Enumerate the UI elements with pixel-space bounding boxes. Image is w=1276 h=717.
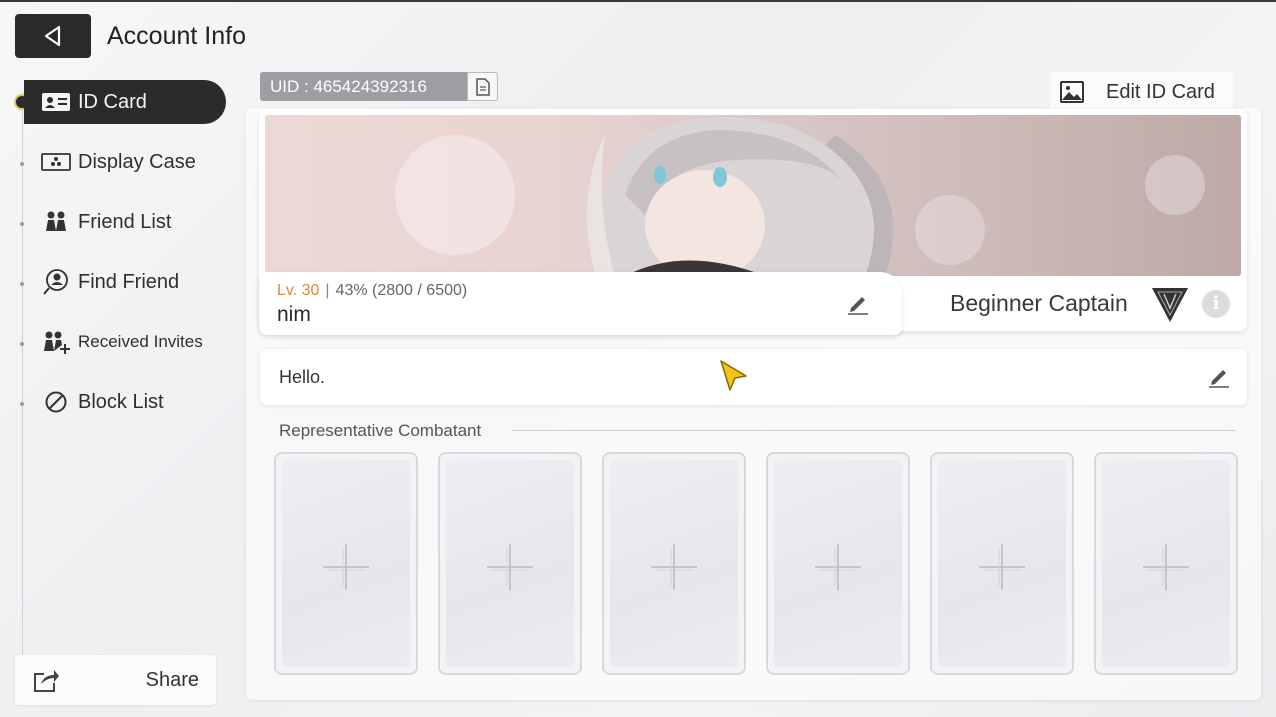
edit-greeting-button[interactable] <box>1207 364 1231 388</box>
page-title: Account Info <box>107 22 246 50</box>
uid-badge: UID : 465424392316 <box>260 72 498 101</box>
greeting-text: Hello. <box>279 367 326 387</box>
sidebar-item-received-invites[interactable]: Received Invites <box>24 320 226 364</box>
plus-icon <box>979 544 1025 590</box>
profile-banner-image <box>265 115 1241 276</box>
combatant-slot[interactable] <box>1094 452 1238 675</box>
sidebar-item-block-list[interactable]: Block List <box>24 380 226 424</box>
back-arrow-icon <box>44 25 61 47</box>
edit-id-card-label: Edit ID Card <box>1106 80 1215 103</box>
greeting-box <box>260 349 1247 405</box>
sidebar-item-find-friend[interactable]: Find Friend <box>24 260 226 304</box>
id-card-icon <box>40 88 72 116</box>
sidebar-item-label: Display Case <box>78 150 196 173</box>
sidebar-rail <box>22 92 23 702</box>
find-friend-icon <box>40 268 72 296</box>
sidebar-item-label: Block List <box>78 390 164 413</box>
pencil-icon <box>1209 370 1229 388</box>
sidebar-item-id-card[interactable]: ID Card <box>24 80 226 124</box>
back-button[interactable] <box>15 14 91 58</box>
combatant-slot[interactable] <box>602 452 746 675</box>
level-label: Lv. 30 <box>277 282 320 299</box>
sidebar-item-label: Find Friend <box>78 270 180 293</box>
section-divider <box>512 430 1236 431</box>
sidebar-item-label: Received Invites <box>78 332 203 351</box>
plus-icon <box>487 544 533 590</box>
plus-icon <box>815 544 861 590</box>
nickname: nim <box>277 303 311 326</box>
pencil-icon <box>848 297 868 315</box>
share-button[interactable]: Share <box>15 655 216 705</box>
rank-emblem-icon <box>1152 288 1188 322</box>
image-icon <box>1060 81 1084 103</box>
combatant-slot[interactable] <box>438 452 582 675</box>
mouse-cursor-icon <box>720 360 747 391</box>
copy-uid-button[interactable] <box>467 72 498 101</box>
block-icon <box>40 388 72 416</box>
combatant-slot[interactable] <box>274 452 418 675</box>
sidebar-item-label: ID Card <box>78 90 147 113</box>
info-icon[interactable]: i <box>1202 290 1230 318</box>
combatant-slot[interactable] <box>930 452 1074 675</box>
rank-title: Beginner Captain <box>950 290 1128 316</box>
share-icon <box>34 670 59 692</box>
display-case-icon <box>40 148 72 176</box>
friends-icon <box>40 208 72 236</box>
exp-text: 43% (2800 / 6500) <box>335 282 468 299</box>
level-row: Lv. 30 | 43% (2800 / 6500) <box>277 282 467 300</box>
uid-text: UID : 465424392316 <box>270 76 427 96</box>
sidebar-item-friend-list[interactable]: Friend List <box>24 200 226 244</box>
plus-icon <box>323 544 369 590</box>
plus-icon <box>651 544 697 590</box>
level-separator: | <box>325 282 330 299</box>
representative-combatant-label: Representative Combatant <box>279 421 482 440</box>
plus-icon <box>1143 544 1189 590</box>
edit-nickname-button[interactable] <box>846 291 870 315</box>
sidebar-item-display-case[interactable]: Display Case <box>24 140 226 184</box>
invites-icon <box>40 328 72 356</box>
edit-id-card-button[interactable]: Edit ID Card <box>1050 72 1233 112</box>
share-label: Share <box>145 668 199 691</box>
top-border <box>0 0 1276 2</box>
copy-icon <box>475 77 490 96</box>
sidebar-item-label: Friend List <box>78 210 172 233</box>
combatant-slot[interactable] <box>766 452 910 675</box>
